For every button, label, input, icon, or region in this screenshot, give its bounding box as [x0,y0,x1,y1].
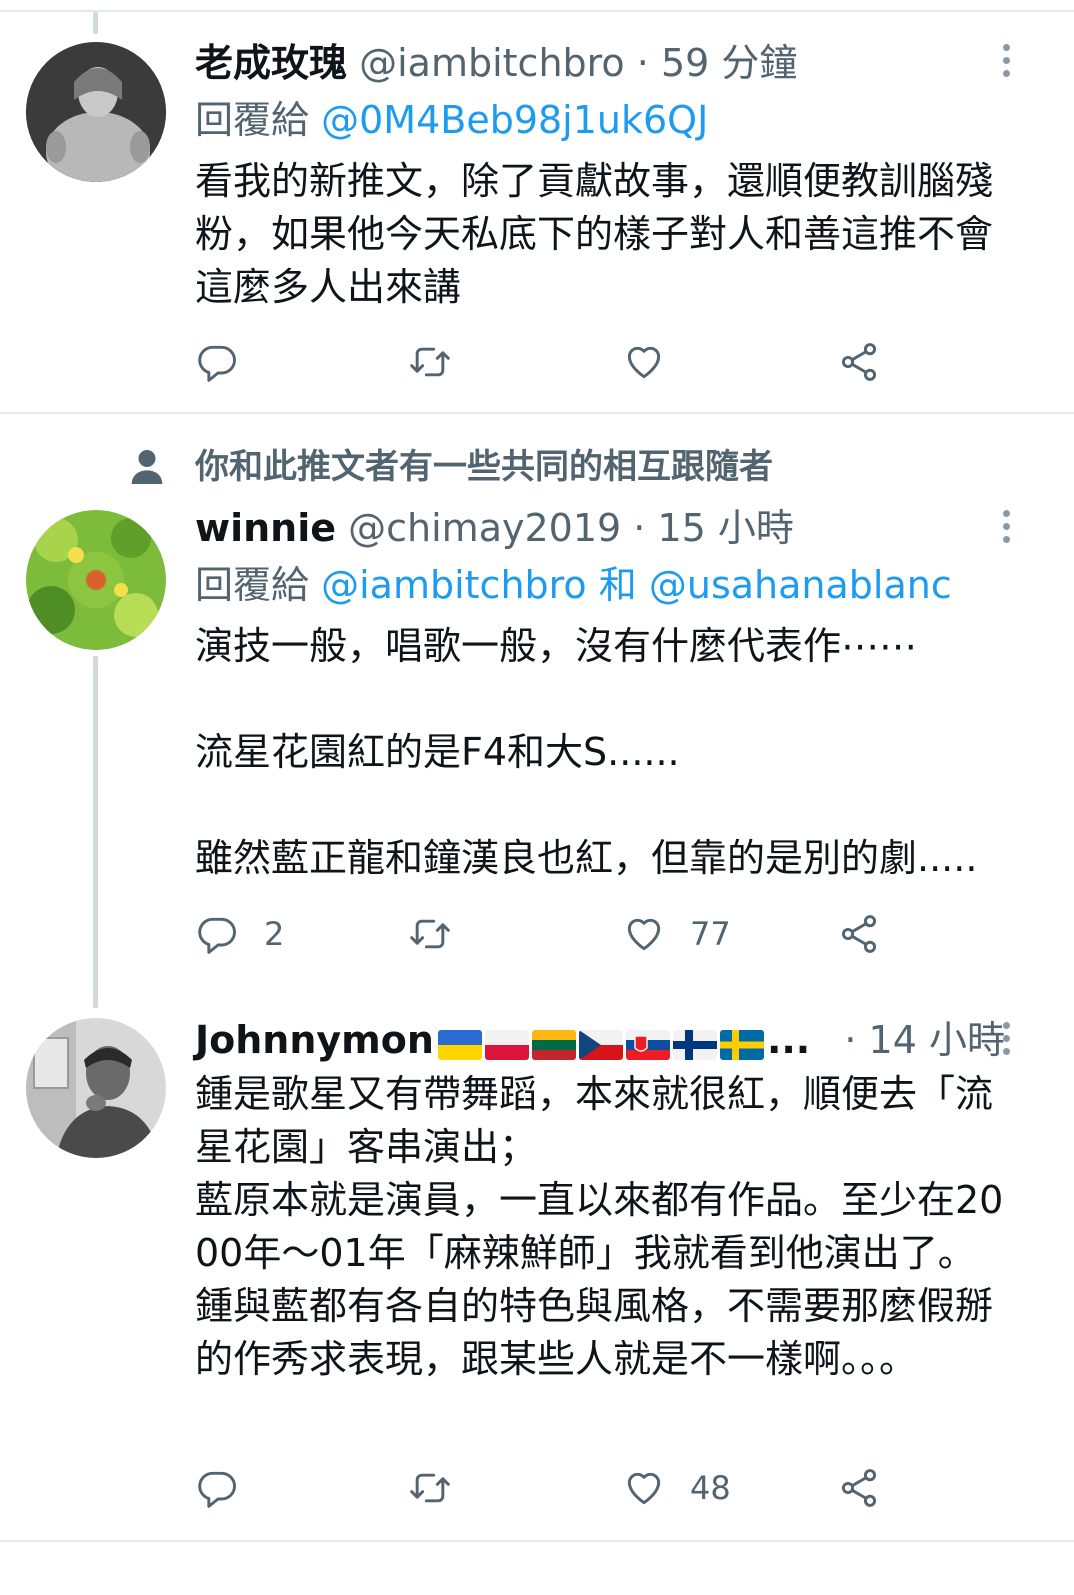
display-name[interactable]: 老成玫瑰 [195,41,347,85]
like-icon [627,918,661,951]
retweet-button[interactable] [408,910,452,958]
thread-line-top [93,12,98,34]
timestamp[interactable]: 15 小時 [657,506,793,550]
name-ellipsis: ... [766,1018,811,1062]
more-icon[interactable] [1003,44,1013,80]
like-icon [627,346,661,379]
more-icon[interactable] [1003,510,1013,546]
reply-button[interactable]: 2 [196,910,284,958]
tweet-header: Johnnymon... · 14 小時 [195,1015,1005,1068]
retweet-icon [410,347,450,377]
tweet-header: 老成玫瑰 @iambitchbro · 59 分鐘 [195,38,797,88]
reply-count: 2 [264,915,285,953]
name-flags [437,1018,767,1068]
tweet-text: 演技一般，唱歌一般，沒有什麼代表作⋯⋯ 流星花園紅的是F4和大S...... 雖… [195,624,978,880]
slovakia-flag [625,1030,670,1060]
more-icon[interactable] [1003,1022,1013,1058]
reply-to-prefix: 回覆給 [195,98,310,142]
tweet-text: 看我的新推文，除了貢獻故事，還順便教訓腦殘粉，如果他今天私底下的樣子對人和善這推… [195,159,994,309]
user-handle[interactable]: @iambitchbro [359,41,625,85]
top-divider [0,10,1074,12]
like-button[interactable]: 77 [622,910,731,958]
reply-to-prefix: 回覆給 [195,563,310,607]
sweden-flag [719,1030,764,1060]
retweet-button[interactable] [408,1464,452,1512]
avatar[interactable] [26,1018,166,1158]
share-button[interactable] [837,338,881,386]
display-name[interactable]: winnie [195,506,336,550]
reply-icon [198,345,236,382]
reply-button[interactable] [196,338,240,386]
czech-flag [578,1030,623,1060]
finland-flag [672,1030,717,1060]
tweet-divider [0,412,1074,414]
social-context: 你和此推文者有一些共同的相互跟隨者 [195,447,773,487]
share-icon [841,1469,877,1507]
like-button[interactable]: 48 [622,1464,731,1512]
thread-line-middle [93,656,98,1008]
avatar[interactable] [26,510,166,650]
reply-icon [198,917,236,954]
separator-dot: · [636,41,649,85]
retweet-icon [410,919,450,949]
tweet-header: winnie @chimay2019 · 15 小時 [195,503,794,553]
tweet-text: 鍾是歌星又有帶舞蹈，本來就很紅，順便去「流星花園」客串演出； 藍原本就是演員，一… [195,1072,1004,1381]
user-handle[interactable]: @chimay2019 [348,506,621,550]
display-name[interactable]: Johnnymon [195,1018,434,1062]
like-button[interactable] [622,338,666,386]
retweet-icon [410,1473,450,1503]
share-button[interactable] [837,910,881,958]
reply-to-line: 回覆給 @0M4Beb98j1uk6QJ [195,95,708,145]
share-icon [841,343,877,381]
share-button[interactable] [837,1464,881,1512]
like-count: 48 [690,1469,731,1507]
separator-dot: · [844,1018,857,1062]
avatar[interactable] [26,42,166,182]
reply-button[interactable] [196,1464,240,1512]
tweet-divider [0,1540,1074,1542]
timestamp[interactable]: 59 分鐘 [661,41,797,85]
poland-flag [484,1030,529,1060]
mention-join: 和 [598,563,637,607]
share-icon [841,915,877,953]
reply-to-line: 回覆給 @iambitchbro 和 @usahanablanc [195,560,952,610]
mention-link[interactable]: @usahanablanc [649,563,952,607]
separator-dot: · [633,506,646,550]
retweet-button[interactable] [408,338,452,386]
like-icon [627,1472,661,1505]
timestamp[interactable]: 14 小時 [869,1018,1005,1062]
mention-link[interactable]: @iambitchbro [321,563,587,607]
reply-icon [198,1471,236,1508]
person-icon [131,450,163,484]
mention-link[interactable]: @0M4Beb98j1uk6QJ [321,98,708,142]
lithuania-flag [531,1030,576,1060]
like-count: 77 [690,915,731,953]
ukraine-flag [437,1030,482,1060]
